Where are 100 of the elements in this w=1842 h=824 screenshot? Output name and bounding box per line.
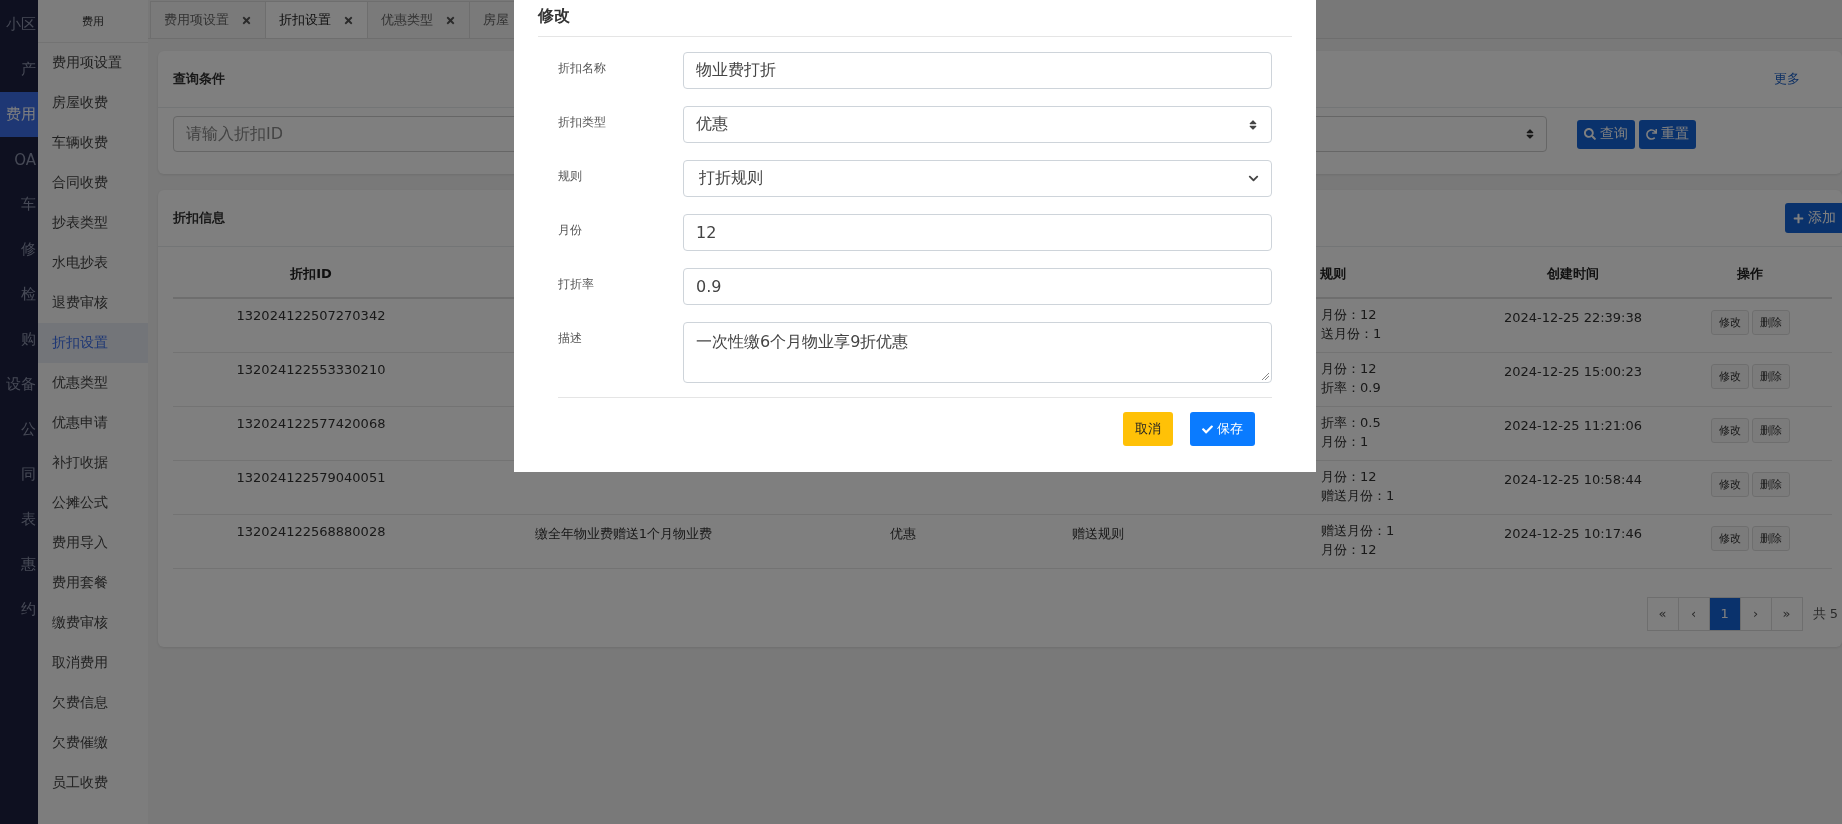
table-cell-text: 赠送规则 xyxy=(1071,524,1125,543)
sidebar-item[interactable]: 房屋收费 xyxy=(38,83,148,123)
sidebar-item[interactable]: 优惠类型 xyxy=(38,363,148,403)
delete-button[interactable]: 删除 xyxy=(1751,417,1790,443)
reset-button[interactable]: 重置 xyxy=(1639,119,1696,149)
rule-text: 折率：0.9 xyxy=(1321,378,1381,397)
next-page-button[interactable]: › xyxy=(1739,596,1772,631)
delete-button[interactable]: 删除 xyxy=(1751,363,1790,389)
rule-text: 送月份：1 xyxy=(1321,325,1382,343)
rule-text: 月份：1 xyxy=(1321,432,1369,451)
total-count: 共 5 xyxy=(1812,604,1838,623)
check-icon xyxy=(1202,423,1213,435)
close-icon[interactable] xyxy=(343,14,354,26)
sidebar-item[interactable]: 水电抄表 xyxy=(38,243,148,283)
edit-button[interactable]: 修改 xyxy=(1710,471,1749,497)
nav-rail-item[interactable]: 表 xyxy=(0,497,38,542)
tab[interactable]: 费用项设置 xyxy=(150,1,266,38)
rule-text: 赠送月份：1 xyxy=(1321,486,1395,505)
edit-button[interactable]: 修改 xyxy=(1710,525,1749,551)
edit-button[interactable]: 修改 xyxy=(1710,363,1749,389)
edit-button[interactable]: 修改 xyxy=(1710,417,1749,443)
delete-button[interactable]: 删除 xyxy=(1751,310,1790,335)
sidebar-item[interactable]: 欠费催缴 xyxy=(38,723,148,763)
plus-icon xyxy=(1793,212,1804,224)
sidebar-item[interactable]: 抄表类型 xyxy=(38,203,148,243)
select-field[interactable]: 打折规则 xyxy=(683,160,1272,197)
last-page-button[interactable]: » xyxy=(1770,596,1803,631)
card-title: 折扣信息 xyxy=(173,209,225,227)
prev-page-button[interactable]: ‹ xyxy=(1677,596,1710,631)
table-cell-text: 2024-12-25 15:00:23 xyxy=(1502,362,1644,381)
chevron-down-icon xyxy=(1248,173,1259,184)
tab-label: 折扣设置 xyxy=(279,11,331,29)
nav-rail-item[interactable]: 检 xyxy=(0,272,38,317)
input-field[interactable]: 0.9 xyxy=(683,268,1272,305)
nav-rail-item[interactable]: 购 xyxy=(0,317,38,362)
nav-rail-item[interactable]: 产 xyxy=(0,47,38,92)
sidebar-item[interactable]: 补打收据 xyxy=(38,443,148,483)
sidebar-item[interactable]: 公摊公式 xyxy=(38,483,148,523)
card-title: 查询条件 xyxy=(173,70,225,88)
nav-rail-item[interactable]: 费用 xyxy=(0,92,38,137)
nav-rail-item[interactable]: 惠 xyxy=(0,542,38,587)
nav-rail-item[interactable]: 公 xyxy=(0,407,38,452)
field-label: 折扣名称 xyxy=(558,60,607,77)
rule-text: 折率：0.5 xyxy=(1321,413,1381,432)
table-cell: 132024122507270342 xyxy=(173,298,449,352)
sidebar-item[interactable]: 费用导入 xyxy=(38,523,148,563)
sidebar-item[interactable]: 退费审核 xyxy=(38,283,148,323)
rule-text: 月份：12 xyxy=(1321,540,1377,559)
column-header: 操作 xyxy=(1668,251,1832,298)
sidebar-item[interactable]: 缴费审核 xyxy=(38,603,148,643)
dialog-title: 修改 xyxy=(538,0,1292,37)
page-button[interactable]: 1 xyxy=(1708,596,1741,631)
rule-text: 月份：12 xyxy=(1321,359,1377,378)
search-icon xyxy=(1584,128,1596,140)
sidebar-item[interactable]: 欠费信息 xyxy=(38,683,148,723)
table-cell-text: 缴全年物业费赠送1个月物业费 xyxy=(533,524,714,543)
refresh-icon xyxy=(1646,128,1657,140)
rule-text: 赠送月份：1 xyxy=(1321,521,1395,540)
close-icon[interactable] xyxy=(445,14,456,26)
table-cell: 132024122577420068 xyxy=(173,406,449,460)
table-cell: 132024122568880028 xyxy=(173,514,449,568)
table-cell: 132024122579040051 xyxy=(173,460,449,514)
sidebar-item[interactable]: 折扣设置 xyxy=(38,323,148,363)
select-field[interactable]: 优惠 xyxy=(683,106,1272,143)
input-field[interactable]: 12 xyxy=(683,214,1272,251)
tab[interactable]: 折扣设置 xyxy=(265,1,368,38)
search-button[interactable]: 查询 xyxy=(1577,119,1635,149)
resize-grip-icon[interactable] xyxy=(1261,372,1269,380)
sidebar-item[interactable]: 费用项设置 xyxy=(38,43,148,83)
sidebar-item[interactable]: 费用套餐 xyxy=(38,563,148,603)
table-cell-text: 优惠 xyxy=(889,524,917,543)
input-field[interactable]: 物业费打折 xyxy=(683,52,1272,89)
add-button[interactable]: 添加 xyxy=(1785,203,1842,233)
nav-rail-item[interactable]: 设备 xyxy=(0,362,38,407)
input-field[interactable]: 一次性缴6个月物业享9折优惠 xyxy=(683,322,1272,383)
cancel-button[interactable]: 取消 xyxy=(1123,412,1173,446)
sidebar-item[interactable]: 员工收费 xyxy=(38,763,148,803)
more-link[interactable]: 更多 xyxy=(1774,70,1800,88)
table-cell-text: 2024-12-25 11:21:06 xyxy=(1502,416,1644,435)
table-cell-text: 2024-12-25 10:58:44 xyxy=(1502,470,1644,489)
nav-rail-item[interactable]: 修 xyxy=(0,227,38,272)
rule-text: 月份：12 xyxy=(1321,467,1377,486)
close-icon[interactable] xyxy=(241,14,252,26)
delete-button[interactable]: 删除 xyxy=(1751,525,1790,551)
nav-rail-item[interactable]: OA xyxy=(0,137,38,182)
save-button[interactable]: 保存 xyxy=(1190,412,1255,446)
field-label: 月份 xyxy=(558,222,583,239)
first-page-button[interactable]: « xyxy=(1646,596,1679,631)
edit-button[interactable]: 修改 xyxy=(1710,310,1749,335)
sidebar-item[interactable]: 取消费用 xyxy=(38,643,148,683)
sidebar-item[interactable]: 车辆收费 xyxy=(38,123,148,163)
nav-rail-item[interactable]: 车 xyxy=(0,182,38,227)
sidebar-item[interactable]: 合同收费 xyxy=(38,163,148,203)
nav-rail-item[interactable]: 同 xyxy=(0,452,38,497)
field-label: 打折率 xyxy=(558,276,595,293)
table-cell-text: 2024-12-25 22:39:38 xyxy=(1502,309,1644,327)
field-label: 规则 xyxy=(558,168,583,185)
sidebar-item[interactable]: 优惠申请 xyxy=(38,403,148,443)
delete-button[interactable]: 删除 xyxy=(1751,471,1790,497)
nav-rail-item[interactable]: 约 xyxy=(0,587,38,632)
